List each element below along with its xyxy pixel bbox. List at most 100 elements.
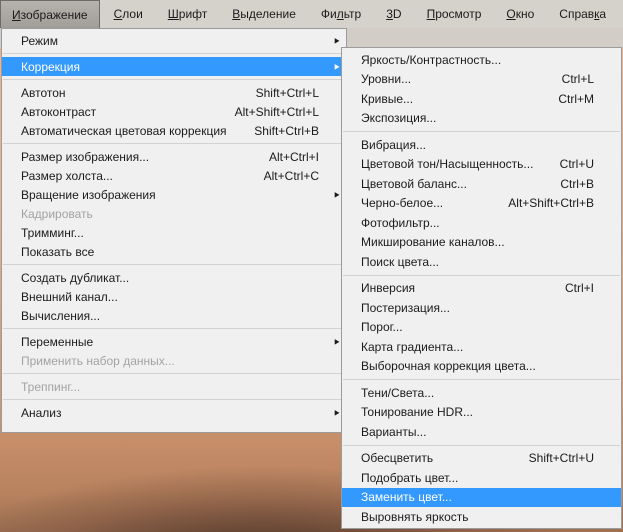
menu-item[interactable]: Экспозиция...► [342,109,621,129]
menubar: Изображение Слои Шрифт Выделение Фи л ьтр 3 D Про… [0,0,623,28]
menubar-item-label: зображение [20,7,88,22]
menu-item-label: Заменить цвет... [361,490,452,505]
menubar-item-mnemonic: И [12,7,21,22]
menu-item[interactable]: Треппинг...► [2,377,346,396]
menu-separator [2,50,346,57]
menu-item-label: Кадрировать [21,206,93,221]
menu-item-label: Применить набор данных... [21,353,175,368]
menu-item-shortcut: Shift+Ctrl+U [528,451,594,466]
menu-item-shortcut: Alt+Shift+Ctrl+B [508,196,594,211]
menubar-item[interactable]: Окно [495,0,545,28]
menu-item-label: Внешний канал... [21,289,118,304]
menubar-item-mnemonic: л [336,7,344,21]
menu-item-label: Режим [21,33,58,48]
menu-item[interactable]: АвтоконтрастAlt+Shift+Ctrl+L► [2,102,346,121]
menu-separator [2,370,346,377]
menu-item[interactable]: Режим ► [2,31,346,50]
menu-item[interactable]: Черно-белое...Alt+Shift+Ctrl+B► [342,194,621,214]
menu-item[interactable]: Размер холста...Alt+Ctrl+C► [2,166,346,185]
menu-item[interactable]: Вибрация...► [342,135,621,155]
menu-item[interactable]: Карта градиента...► [342,337,621,357]
submenu-arrow-icon: ► [333,60,341,72]
menu-item-label: Порог... [361,320,403,335]
menubar-item[interactable]: 3D [375,0,412,28]
menu-separator [342,376,621,383]
menu-item[interactable]: Применить набор данных...► [2,351,346,370]
menu-item-label: Размер изображения... [21,149,150,164]
menu-item[interactable]: Выровнять яркость► [342,507,621,527]
menu-item[interactable]: АвтотонShift+Ctrl+L► [2,83,346,102]
menu-item[interactable]: Цветовой тон/Насыщенность...Ctrl+U► [342,155,621,175]
menu-item[interactable]: Порог...► [342,318,621,338]
menu-item-shortcut: Ctrl+B [560,176,594,191]
menu-item-label: Цветовой тон/Насыщенность... [361,157,534,172]
menubar-item[interactable]: Просмотр [416,0,493,28]
menubar-item-label: D [392,7,402,21]
menu-item-label: Тримминг... [21,225,84,240]
menu-item-label: Черно-белое... [361,196,444,211]
menu-item-label: Яркость/Контрастность... [361,52,502,67]
menu-item[interactable]: Заменить цвет...► [342,487,621,507]
menu-item-label: Переменные [21,334,94,349]
menubar-item-label: Справ [559,7,595,21]
menu-item[interactable]: Уровни...Ctrl+L► [342,70,621,90]
menu-item-shortcut: Ctrl+U [559,157,594,172]
menu-item[interactable]: Кривые...Ctrl+M► [342,89,621,109]
menu-item[interactable]: Микширование каналов...► [342,233,621,253]
menu-item-label: Фотофильтр... [361,215,440,230]
menu-item-label: Уровни... [361,72,412,87]
menubar-item[interactable]: Изображение [0,0,100,28]
menu-item-shortcut: Ctrl+M [558,91,594,106]
menubar-item[interactable]: Выделение [221,0,307,28]
menu-item[interactable]: Размер изображения...Alt+Ctrl+I► [2,147,346,166]
menu-item-label: Показать все [21,244,95,259]
menu-item[interactable]: Кадрировать► [2,204,346,223]
menu-item[interactable]: Варианты...► [342,422,621,442]
menu-item[interactable]: Фотофильтр...► [342,213,621,233]
menubar-item[interactable]: Фи л ьтр [310,0,372,28]
menu-item[interactable]: Тонирование HDR...► [342,403,621,423]
menu-separator [2,261,346,268]
menu-item-shortcut: Alt+Ctrl+I [268,149,319,164]
menu-item[interactable]: Цветовой баланс...Ctrl+B► [342,174,621,194]
menu-item-shortcut: Ctrl+L [561,72,594,87]
menubar-item[interactable]: Справ к а [548,0,617,28]
menubar-item-label: кно [515,7,535,21]
menu-item-label: Микширование каналов... [361,235,505,250]
menu-item[interactable]: Яркость/Контрастность...► [342,50,621,70]
menu-item[interactable]: ОбесцветитьShift+Ctrl+U► [342,449,621,469]
menu-item[interactable]: ИнверсияCtrl+I► [342,279,621,299]
menubar-item[interactable]: Слои [103,0,154,28]
menu-item-label: Подобрать цвет... [361,470,459,485]
menu-item-label: Тонирование HDR... [361,405,473,420]
menubar-item-mnemonic: Ш [167,7,179,21]
menubar-item[interactable]: Шрифт [157,0,218,28]
menu-item[interactable]: Подобрать цвет...► [342,468,621,488]
menu-separator [2,140,346,147]
menu-item-shortcut: Alt+Ctrl+C [263,168,319,183]
menu-item[interactable]: Постеризация...► [342,298,621,318]
menu-item[interactable]: Создать дубликат...► [2,268,346,287]
menu-item[interactable]: Поиск цвета...► [342,252,621,272]
menubar-item-mnemonic: В [232,7,241,21]
menu-item[interactable]: Внешний канал...► [2,287,346,306]
menu-item-label: Поиск цвета... [361,254,440,269]
menu-item[interactable]: Выборочная коррекция цвета...► [342,357,621,377]
menu-item[interactable]: Коррекция ► [2,57,346,76]
menu-item[interactable]: Тримминг...► [2,223,346,242]
menu-item[interactable]: Тени/Света...► [342,383,621,403]
menu-item[interactable]: Показать все► [2,242,346,261]
menu-item-label: Размер холста... [21,168,113,183]
menu-item[interactable]: Автоматическая цветовая коррекция Shift+C… [2,121,346,140]
submenu-arrow-icon: ► [333,34,341,46]
menubar-item-label: а [599,7,607,21]
menu-item-label: Постеризация... [361,300,450,315]
menu-item[interactable]: Анализ ► [2,403,346,422]
menu-item[interactable]: Вычисления...► [2,306,346,325]
menu-separator [2,396,346,403]
menu-item-label: Обесцветить [361,451,434,466]
menu-item[interactable]: Переменные ► [2,332,346,351]
menu-item[interactable]: Вращение изображения ► [2,185,346,204]
menu-item-label: Тени/Света... [361,385,435,400]
menu-separator [342,272,621,279]
